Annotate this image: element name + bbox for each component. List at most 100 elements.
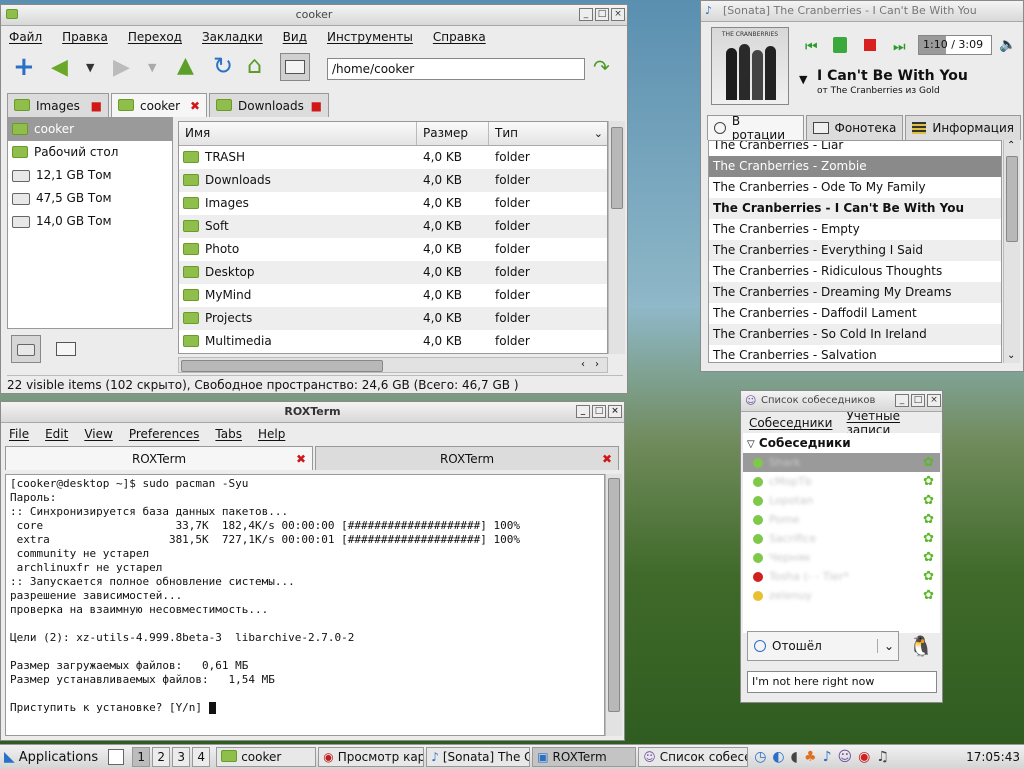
network-icon[interactable]: ◐ [772, 749, 784, 765]
close-tab-icon[interactable]: ■ [91, 99, 102, 113]
home-icon[interactable]: ⌂ [247, 53, 262, 77]
playlist-item[interactable]: The Cranberries - Salvation [709, 345, 1001, 362]
file-row[interactable]: Soft 4,0 KB folder [179, 215, 607, 238]
tab-info[interactable]: Информация [905, 115, 1021, 140]
go-icon[interactable]: ↷ [593, 56, 610, 78]
scroll-thumb[interactable] [608, 478, 620, 712]
scroll-right-icon[interactable]: › [595, 358, 599, 372]
tab-cooker[interactable]: cooker ✖ [111, 93, 207, 117]
workspace-button[interactable]: 3 [172, 747, 191, 767]
sidebar-item[interactable]: Рабочий стол [8, 141, 172, 164]
column-header-type[interactable]: Тип ⌄ [489, 122, 607, 145]
pause-icon[interactable] [833, 37, 847, 53]
contact-item[interactable]: Черняк ✿ [743, 548, 940, 567]
places-view-button[interactable] [51, 335, 81, 363]
playlist-item[interactable]: The Cranberries - I Can't Be With You [709, 198, 1001, 219]
applications-menu-button[interactable]: ◣ Applications [0, 747, 102, 767]
hscroll-thumb[interactable] [181, 360, 383, 372]
close-button[interactable]: × [927, 394, 941, 407]
contact-item[interactable]: Lopotan ✿ [743, 491, 940, 510]
menu-item[interactable]: Закладки [202, 30, 263, 44]
minimize-button[interactable]: _ [579, 8, 593, 21]
up-arrow-icon[interactable]: ▲ [177, 55, 194, 77]
location-input[interactable]: /home/cooker [327, 58, 585, 80]
file-row[interactable]: Images 4,0 KB folder [179, 192, 607, 215]
scroll-left-icon[interactable]: ‹ [581, 358, 585, 372]
file-row[interactable]: Projects 4,0 KB folder [179, 307, 607, 330]
menu-item[interactable]: Preferences [129, 427, 200, 441]
close-button[interactable]: × [608, 405, 622, 418]
close-tab-icon[interactable]: ■ [311, 99, 322, 113]
minimize-button[interactable]: _ [895, 394, 909, 407]
playlist-scrollbar[interactable]: ⌃ ⌄ [1003, 140, 1020, 363]
maximize-button[interactable]: □ [911, 394, 925, 407]
show-desktop-icon[interactable] [108, 749, 125, 765]
next-icon[interactable]: ⏭ [893, 39, 906, 55]
menu-item[interactable]: Справка [433, 30, 486, 44]
playlist-item[interactable]: The Cranberries - So Cold In Ireland [709, 324, 1001, 345]
menu-item[interactable]: Edit [45, 427, 68, 441]
menu-item[interactable]: Tabs [215, 427, 242, 441]
tab-downloads[interactable]: Downloads ■ [209, 93, 329, 117]
menu-item[interactable]: Собеседники [749, 416, 832, 430]
taskbar-task[interactable]: ◉ Просмотр кар [318, 747, 425, 767]
buddy-icon[interactable]: 🐧 [905, 631, 937, 661]
menu-item[interactable]: Инструменты [327, 30, 413, 44]
tab-images[interactable]: Images ■ [7, 93, 109, 117]
menu-item[interactable]: File [9, 427, 29, 441]
computer-icon[interactable] [280, 53, 310, 81]
update-icon[interactable]: ◉ [858, 749, 870, 765]
forward-arrow-icon[interactable]: ▶ [113, 57, 130, 79]
close-tab-icon[interactable]: ✖ [296, 452, 306, 466]
file-list-hscrollbar[interactable]: ‹ › [178, 357, 608, 373]
terminal-output[interactable]: [cooker@desktop ~]$ sudo pacman -Syu Паро… [5, 474, 605, 736]
terminal-scrollbar[interactable] [605, 474, 622, 736]
reload-icon[interactable]: ↻ [213, 54, 233, 78]
close-tab-icon[interactable]: ✖ [190, 99, 200, 113]
file-row[interactable]: Downloads 4,0 KB folder [179, 169, 607, 192]
volume-icon[interactable]: 🔈 [999, 37, 1016, 53]
sidebar-item[interactable]: 12,1 GB Том [8, 164, 172, 187]
playlist-item[interactable]: The Cranberries - Daffodil Lament [709, 303, 1001, 324]
stop-icon[interactable] [864, 39, 876, 51]
playlist-item[interactable]: The Cranberries - Ridiculous Thoughts [709, 261, 1001, 282]
file-row[interactable]: Multimedia 4,0 KB folder [179, 330, 607, 353]
terminal-titlebar[interactable]: ROXTerm _ □ × [1, 402, 624, 423]
file-list-scrollbar[interactable] [608, 121, 625, 354]
workspace-button[interactable]: 4 [192, 747, 211, 767]
contact-item[interactable]: Shark ✿ [743, 453, 940, 472]
playlist-item[interactable]: The Cranberries - Everything I Said [709, 240, 1001, 261]
playlist-item[interactable]: The Cranberries - Zombie [709, 156, 1001, 177]
file-row[interactable]: MyMind 4,0 KB folder [179, 284, 607, 307]
taskbar-task[interactable]: ▣ ROXTerm [532, 747, 637, 767]
maximize-button[interactable]: □ [592, 405, 606, 418]
contact-item[interactable]: Sacrifice ✿ [743, 529, 940, 548]
sonata-titlebar[interactable]: ♪ [Sonata] The Cranberries - I Can't Be … [701, 1, 1023, 22]
menu-item[interactable]: Help [258, 427, 285, 441]
clock-tray-icon[interactable]: ◷ [754, 749, 766, 765]
file-row[interactable]: Photo 4,0 KB folder [179, 238, 607, 261]
status-selector[interactable]: Отошёл ⌄ [747, 631, 899, 661]
devices-view-button[interactable] [11, 335, 41, 363]
pidgin-tray-icon[interactable]: ☺ [838, 749, 853, 765]
contact-list-titlebar[interactable]: ☺ Список собеседников _ □ × [741, 391, 942, 412]
maximize-button[interactable]: □ [595, 8, 609, 21]
playlist-item[interactable]: The Cranberries - Dreaming My Dreams [709, 282, 1001, 303]
playlist-item[interactable]: The Cranberries - Ode To My Family [709, 177, 1001, 198]
workspace-button[interactable]: 2 [152, 747, 171, 767]
terminal-tab-2[interactable]: ROXTerm ✖ [315, 446, 619, 470]
back-dropdown-icon[interactable]: ▼ [86, 61, 94, 74]
file-row[interactable]: TRASH 4,0 KB folder [179, 146, 607, 169]
music-note-icon[interactable]: ♪ [823, 749, 832, 765]
menu-item[interactable]: View [84, 427, 112, 441]
menu-item[interactable]: Файл [9, 30, 42, 44]
forward-dropdown-icon[interactable]: ▼ [148, 61, 156, 74]
playlist-item[interactable]: The Cranberries - Empty [709, 219, 1001, 240]
sound-icon[interactable]: ♫ [876, 749, 889, 765]
taskbar-task[interactable]: ☺ Список собесе [638, 747, 749, 767]
contact-item[interactable]: Tosha (- - Tier* ✿ [743, 567, 940, 586]
scroll-thumb[interactable] [1006, 156, 1018, 242]
previous-icon[interactable]: ⏮ [805, 39, 818, 55]
new-icon[interactable]: + [13, 54, 35, 80]
column-header-size[interactable]: Размер [417, 122, 489, 145]
